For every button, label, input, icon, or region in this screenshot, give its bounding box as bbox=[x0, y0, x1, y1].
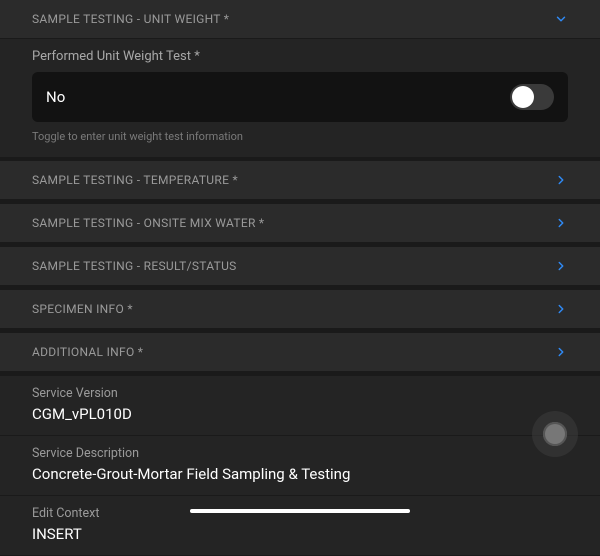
unit-weight-value: No bbox=[46, 88, 65, 106]
service-description-value: Concrete-Grout-Mortar Field Sampling & T… bbox=[32, 465, 568, 483]
service-version-value: CGM_vPL010D bbox=[32, 405, 568, 423]
chevron-right-icon bbox=[554, 173, 568, 187]
record-icon bbox=[543, 422, 567, 446]
chevron-right-icon bbox=[554, 302, 568, 316]
info-service-version: Service Version CGM_vPL010D bbox=[0, 376, 600, 436]
floating-action-button[interactable] bbox=[532, 411, 578, 457]
section-result-status-title: SAMPLE TESTING - RESULT/STATUS bbox=[32, 259, 237, 273]
chevron-right-icon bbox=[554, 259, 568, 273]
section-additional-info-title: ADDITIONAL INFO * bbox=[32, 345, 143, 359]
info-service-description: Service Description Concrete-Grout-Morta… bbox=[0, 436, 600, 496]
chevron-right-icon bbox=[554, 345, 568, 359]
unit-weight-helper: Toggle to enter unit weight test informa… bbox=[32, 130, 568, 143]
section-temperature-title: SAMPLE TESTING - TEMPERATURE * bbox=[32, 173, 238, 187]
section-specimen-info-title: SPECIMEN INFO * bbox=[32, 302, 133, 316]
section-unit-weight[interactable]: SAMPLE TESTING - UNIT WEIGHT * bbox=[0, 0, 600, 39]
unit-weight-input-row: No bbox=[32, 72, 568, 122]
toggle-knob bbox=[512, 86, 534, 108]
chevron-down-icon bbox=[554, 12, 568, 26]
service-version-label: Service Version bbox=[32, 386, 568, 401]
edit-context-value: INSERT bbox=[32, 525, 568, 543]
section-specimen-info[interactable]: SPECIMEN INFO * bbox=[0, 290, 600, 329]
section-unit-weight-title: SAMPLE TESTING - UNIT WEIGHT * bbox=[32, 12, 229, 26]
unit-weight-toggle[interactable] bbox=[510, 84, 554, 110]
info-edit-context: Edit Context INSERT bbox=[0, 496, 600, 556]
unit-weight-field-label: Performed Unit Weight Test * bbox=[32, 49, 568, 64]
service-description-label: Service Description bbox=[32, 446, 568, 461]
section-temperature[interactable]: SAMPLE TESTING - TEMPERATURE * bbox=[0, 161, 600, 200]
section-unit-weight-body: Performed Unit Weight Test * No Toggle t… bbox=[0, 39, 600, 157]
section-result-status[interactable]: SAMPLE TESTING - RESULT/STATUS bbox=[0, 247, 600, 286]
section-mix-water-title: SAMPLE TESTING - ONSITE MIX WATER * bbox=[32, 216, 264, 230]
home-indicator bbox=[190, 509, 410, 513]
section-additional-info[interactable]: ADDITIONAL INFO * bbox=[0, 333, 600, 372]
chevron-right-icon bbox=[554, 216, 568, 230]
section-mix-water[interactable]: SAMPLE TESTING - ONSITE MIX WATER * bbox=[0, 204, 600, 243]
